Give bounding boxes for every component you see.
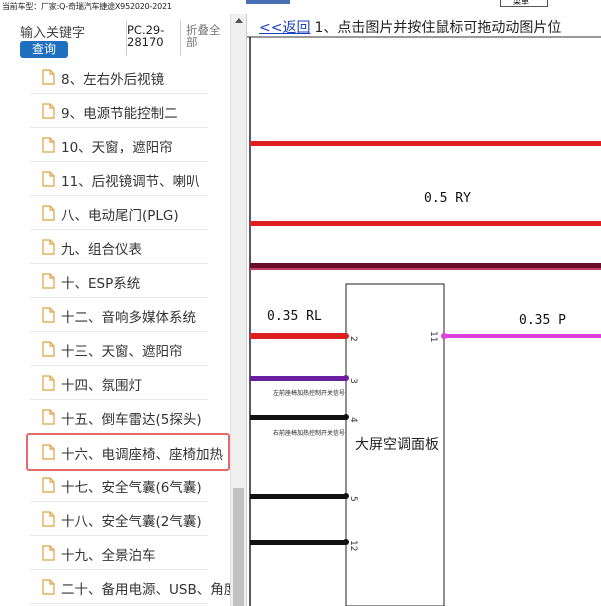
sidebar-item-label: 十四、氛围灯 — [61, 378, 142, 394]
wire-black-5 — [250, 494, 346, 499]
sidebar-item[interactable]: 十、ESP系统 — [30, 264, 208, 298]
pin-2: 2 — [348, 336, 358, 342]
sidebar-item-label: 十三、天窗、遮阳帘 — [61, 344, 183, 360]
pin-11: 11 — [428, 331, 438, 342]
wire-purple — [250, 376, 346, 381]
sidebar-scrollbar[interactable] — [230, 14, 246, 606]
sidebar-tree: 8、左右外后视镜 9、电源节能控制二 10、天窗，遮阳帘 11、后视镜调节、喇叭 八、电… — [0, 62, 230, 606]
sidebar-item-label: 11、后视镜调节、喇叭 — [61, 174, 200, 190]
panel-label: 大屏空调面板 — [355, 437, 439, 453]
sidebar-item[interactable]: 十三、天窗、遮阳帘 — [30, 332, 208, 366]
sidebar-item[interactable]: 11、后视镜调节、喇叭 — [30, 162, 208, 196]
document-icon — [42, 69, 55, 85]
label-ry: 0.5 RY — [424, 191, 471, 206]
search-panel: 输入关键字 查询 PC.29-28170 折叠全部 — [16, 14, 244, 62]
label-p: 0.35 P — [519, 313, 566, 328]
sidebar-item-label: 十五、倒车雷达(5探头) — [61, 412, 202, 428]
document-icon — [42, 307, 55, 323]
document-icon — [42, 273, 55, 289]
divider — [126, 20, 127, 56]
wire-maroon — [250, 263, 601, 268]
sidebar-item-label: 10、天窗，遮阳帘 — [61, 140, 173, 156]
sidebar-item-label: 十、ESP系统 — [61, 276, 141, 292]
sidebar-item-label: 九、组合仪表 — [61, 242, 142, 258]
sidebar-item[interactable]: 十七、安全气囊(6气囊) — [30, 468, 208, 502]
document-icon — [42, 511, 55, 527]
wire-red-ry — [250, 221, 601, 226]
document-icon — [42, 137, 55, 153]
label-rl: 0.35 RL — [267, 309, 322, 324]
search-button[interactable]: 查询 — [20, 41, 68, 58]
document-icon — [42, 239, 55, 255]
car-model-label: 当前车型：厂家:Q-奇瑞汽车捷途X952020-2021 — [2, 2, 172, 11]
signal-text-right: 右前座椅加热控制开关信号 — [273, 429, 345, 437]
pin-12: 12 — [348, 540, 358, 551]
sidebar-item-label: 二十、备用电源、USB、角度 — [61, 582, 230, 598]
wire-p — [444, 334, 601, 338]
sidebar-item[interactable]: 十五、倒车雷达(5探头) — [30, 400, 208, 434]
sidebar-item[interactable]: 十六、电调座椅、座椅加热 — [26, 433, 230, 471]
document-icon — [42, 444, 55, 460]
wire-black-12 — [250, 540, 346, 545]
sidebar-item-label: 十六、电调座椅、座椅加热 — [61, 447, 223, 463]
wire-red-top — [250, 141, 601, 146]
fold-all-button[interactable]: 折叠全部 — [186, 24, 230, 48]
document-icon — [42, 375, 55, 391]
document-icon — [42, 205, 55, 221]
menu-button[interactable]: 菜单 — [500, 0, 548, 7]
document-icon — [42, 477, 55, 493]
pin-4: 4 — [348, 417, 358, 423]
sidebar-item-label: 十九、全景泊车 — [61, 548, 156, 564]
document-icon — [42, 545, 55, 561]
document-icon — [42, 409, 55, 425]
wiring-diagram[interactable]: 0.5 RY 0.35 RL 0.35 P 2 3 4 5 12 11 左前座椅… — [247, 14, 601, 606]
document-icon — [42, 579, 55, 595]
diagram-viewer[interactable]: 0.5 RY 0.35 RL 0.35 P 2 3 4 5 12 11 左前座椅… — [246, 14, 601, 606]
document-icon — [42, 171, 55, 187]
sidebar-item[interactable]: 9、电源节能控制二 — [30, 94, 208, 128]
wire-rl — [250, 333, 346, 339]
sidebar-item[interactable]: 十九、全景泊车 — [30, 536, 208, 570]
sidebar-item[interactable]: 二十、备用电源、USB、角度 — [30, 570, 230, 604]
back-link[interactable]: <<返回 — [259, 20, 310, 36]
document-icon — [42, 341, 55, 357]
tab-indicator — [246, 0, 290, 4]
sidebar-item-label: 9、电源节能控制二 — [61, 106, 178, 122]
sidebar-item[interactable]: 十二、音响多媒体系统 — [30, 298, 208, 332]
sidebar-item[interactable]: 八、电动尾门(PLG) — [30, 196, 208, 230]
sidebar-item[interactable]: 8、左右外后视镜 — [30, 62, 208, 94]
wire-black-4 — [250, 415, 346, 420]
sidebar-item-label: 八、电动尾门(PLG) — [61, 208, 179, 224]
sidebar-item-label: 8、左右外后视镜 — [61, 72, 165, 88]
document-icon — [42, 103, 55, 119]
menu-label: 菜单 — [513, 0, 529, 6]
pc-code-label: PC.29-28170 — [127, 23, 165, 49]
sidebar-item-label: 十七、安全气囊(6气囊) — [61, 480, 202, 496]
search-input[interactable]: 输入关键字 — [20, 22, 120, 41]
pin-5: 5 — [348, 496, 358, 502]
signal-text-left: 左前座椅加热控制开关信号 — [273, 389, 345, 397]
pin-3: 3 — [348, 378, 358, 384]
top-bar: 当前车型：厂家:Q-奇瑞汽车捷途X952020-2021 菜单 — [0, 0, 601, 14]
sidebar-item[interactable]: 十八、安全气囊(2气囊) — [30, 502, 208, 536]
sidebar-item[interactable]: 10、天窗，遮阳帘 — [30, 128, 208, 162]
divider — [180, 20, 181, 56]
sidebar-item-label: 十二、音响多媒体系统 — [61, 310, 196, 326]
viewer-header: <<返回 1、点击图片并按住鼠标可拖动动图片位 — [259, 17, 561, 37]
scroll-thumb[interactable] — [233, 488, 244, 606]
instruction-text: 1、点击图片并按住鼠标可拖动动图片位 — [314, 20, 562, 36]
sidebar-item[interactable]: 九、组合仪表 — [30, 230, 208, 264]
sidebar-item-label: 十八、安全气囊(2气囊) — [61, 514, 202, 530]
sidebar-item[interactable]: 十四、氛围灯 — [30, 366, 208, 400]
scroll-up-icon[interactable] — [235, 18, 243, 23]
